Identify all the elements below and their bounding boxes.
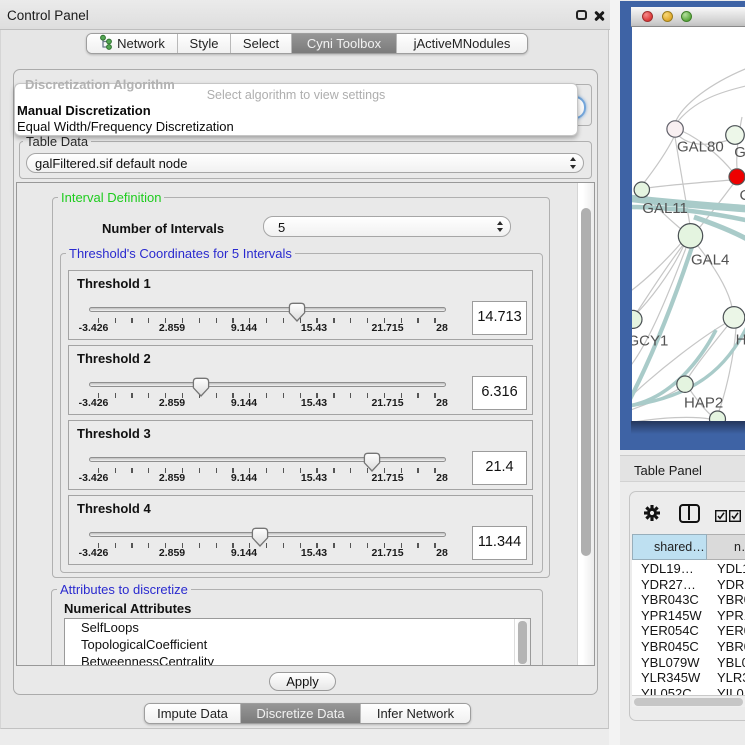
svg-text:GAL4: GAL4 bbox=[691, 252, 729, 269]
svg-text:GA: GA bbox=[734, 144, 745, 161]
svg-text:H: H bbox=[736, 332, 745, 349]
svg-text:GAL11: GAL11 bbox=[642, 200, 688, 217]
svg-text:GAL80: GAL80 bbox=[677, 139, 724, 156]
svg-text:HAP2: HAP2 bbox=[684, 395, 723, 412]
svg-text:C: C bbox=[740, 187, 745, 204]
svg-text:GCY1: GCY1 bbox=[632, 333, 668, 350]
